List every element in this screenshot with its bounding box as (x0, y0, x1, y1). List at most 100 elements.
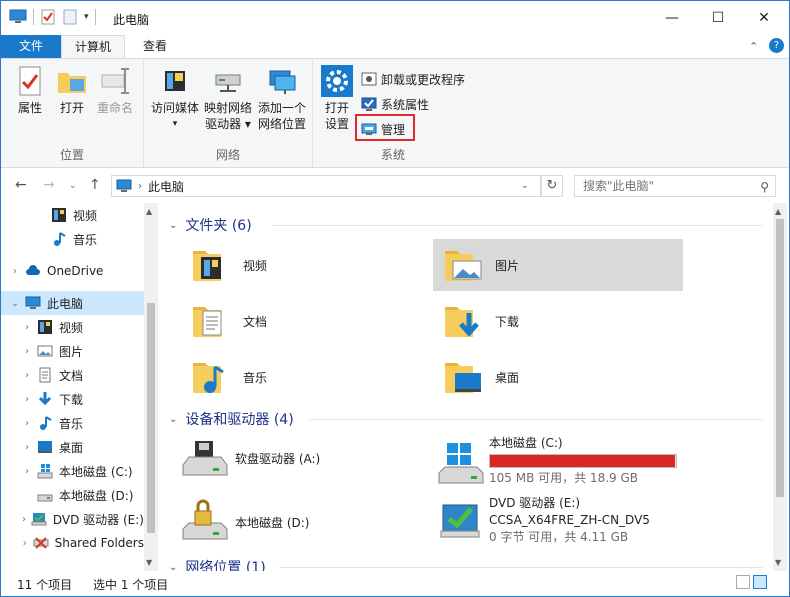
breadcrumb-this-pc[interactable]: 此电脑 (148, 178, 184, 195)
expand-chevron-icon[interactable]: › (21, 466, 33, 477)
nav-item[interactable]: › Shared Folders (1, 531, 144, 555)
status-selection: 选中 1 个项目 (93, 578, 169, 592)
folder-tile[interactable]: 视频 (181, 239, 431, 291)
nav-pane-scroll-thumb[interactable] (147, 303, 155, 533)
add-network-location-button[interactable]: 添加一个 网络位置 (255, 65, 309, 132)
map-network-drive-button[interactable]: 映射网络 驱动器 ▾ (201, 65, 255, 132)
collapse-chevron-icon[interactable]: ⌄ (169, 562, 177, 572)
nav-item-label: 视频 (73, 208, 98, 223)
up-arrow-icon[interactable]: ↑ (89, 177, 101, 193)
open-folder-icon (58, 73, 86, 93)
access-media-button[interactable]: 访问媒体 ▾ (148, 65, 202, 132)
folder-tile[interactable]: 图片 (433, 239, 683, 291)
folder-tile[interactable]: 文档 (181, 295, 431, 347)
download-icon (37, 391, 53, 407)
nav-item[interactable]: › 本地磁盘 (C:) (1, 459, 144, 483)
properties-button[interactable]: 属性 (15, 65, 45, 116)
nav-item[interactable]: 本地磁盘 (D:) (1, 483, 144, 507)
expand-chevron-icon[interactable]: › (21, 346, 33, 357)
folder-music-icon (191, 357, 231, 397)
nav-item[interactable]: › OneDrive (1, 259, 144, 283)
qat-dropdown-icon[interactable]: ▾ (84, 12, 89, 22)
forward-arrow-icon[interactable]: → (43, 177, 55, 193)
properties-check-icon[interactable] (40, 9, 56, 25)
new-folder-icon[interactable] (62, 9, 78, 25)
expand-chevron-icon[interactable]: › (21, 514, 27, 525)
open-settings-label: 打开 (324, 101, 349, 115)
nav-item[interactable]: › 文档 (1, 363, 144, 387)
scroll-down-icon[interactable]: ▼ (146, 558, 152, 567)
drive-dvd-e[interactable]: DVD 驱动器 (E:) CCSA_X64FRE_ZH-CN_DV5 0 字节 … (437, 495, 687, 546)
back-arrow-icon[interactable]: ← (15, 177, 27, 193)
nav-item[interactable]: › 音乐 (1, 411, 144, 435)
tab-computer[interactable]: 计算机 (61, 35, 125, 59)
content-scroll-thumb[interactable] (776, 219, 784, 497)
nav-item[interactable]: 音乐 (1, 227, 144, 251)
search-icon: ⚲ (760, 180, 769, 194)
expand-chevron-icon[interactable]: › (21, 418, 33, 429)
help-icon[interactable]: ? (769, 38, 784, 53)
folder-tile[interactable]: 下载 (433, 295, 683, 347)
section-network-header[interactable]: ⌄ 网络位置 (1) (169, 557, 266, 571)
refresh-button[interactable]: ↻ (541, 175, 563, 197)
open-settings-button[interactable]: 打开 设置 (321, 65, 353, 132)
expand-chevron-icon[interactable]: › (21, 394, 33, 405)
section-devices-header[interactable]: ⌄ 设备和驱动器 (4) (169, 409, 294, 429)
drive-local-c[interactable]: 本地磁盘 (C:) 105 MB 可用，共 18.9 GB (437, 435, 687, 487)
nav-item-label: 本地磁盘 (C:) (59, 464, 133, 479)
expand-chevron-icon[interactable]: ⌄ (9, 298, 21, 309)
expand-chevron-icon[interactable]: › (21, 538, 29, 549)
maximize-button[interactable]: ☐ (695, 1, 741, 35)
uninstall-programs-button[interactable]: 卸载或更改程序 (361, 69, 465, 89)
windows-drive-icon (37, 463, 53, 479)
nav-item[interactable]: › DVD 驱动器 (E:) (1, 507, 144, 531)
uninstall-icon (361, 72, 377, 86)
drive-floppy-a[interactable]: 软盘驱动器 (A:) (181, 439, 431, 479)
scroll-up-icon[interactable]: ▲ (146, 207, 152, 216)
rename-button[interactable]: 重命名 (95, 65, 135, 116)
network-drive-icon (215, 74, 241, 92)
section-folders-header[interactable]: ⌄ 文件夹 (6) (169, 215, 252, 235)
folder-tile[interactable]: 桌面 (433, 351, 683, 403)
scroll-up-icon[interactable]: ▲ (775, 207, 781, 216)
scroll-down-icon[interactable]: ▼ (775, 558, 781, 567)
collapse-chevron-icon[interactable]: ⌄ (169, 220, 177, 231)
expand-chevron-icon[interactable]: › (9, 266, 21, 277)
system-properties-button[interactable]: 系统属性 (361, 94, 429, 114)
nav-item[interactable]: › 桌面 (1, 435, 144, 459)
add-network-location-label: 添加一个 (257, 101, 306, 115)
manage-highlight-box (355, 114, 415, 141)
nav-item[interactable]: 视频 (1, 203, 144, 227)
collapse-chevron-icon[interactable]: ⌄ (169, 414, 177, 425)
address-dropdown-icon[interactable]: ⌄ (521, 181, 529, 191)
folder-label: 桌面 (495, 370, 520, 385)
ribbon-group-system: 打开 设置 卸载或更改程序 系统属性 管理 系统 (313, 59, 473, 167)
tab-view[interactable]: 查看 (129, 35, 181, 59)
recent-locations-chevron-icon[interactable]: ⌄ (69, 181, 77, 191)
close-button[interactable]: ✕ (741, 1, 787, 35)
folder-tile[interactable]: 音乐 (181, 351, 431, 403)
drive-local-d[interactable]: 本地磁盘 (D:) (181, 499, 431, 545)
open-button[interactable]: 打开 (57, 65, 87, 116)
minimize-button[interactable]: — (649, 1, 695, 35)
drive-free-space: 105 MB 可用，共 18.9 GB (489, 471, 638, 485)
minimize-icon: — (665, 10, 679, 26)
tab-file[interactable]: 文件 (1, 35, 61, 59)
expand-chevron-icon[interactable]: › (21, 322, 33, 333)
nav-item[interactable]: › 下载 (1, 387, 144, 411)
nav-item[interactable]: › 图片 (1, 339, 144, 363)
expand-chevron-icon[interactable]: › (21, 370, 33, 381)
details-view-icon[interactable] (736, 575, 750, 589)
drive-name: 本地磁盘 (C:) (489, 436, 563, 450)
search-input[interactable]: 搜索"此电脑" ⚲ (574, 175, 776, 197)
nav-item[interactable]: ⌄ 此电脑 (1, 291, 144, 315)
large-icons-view-icon[interactable] (753, 575, 767, 589)
collapse-ribbon-icon[interactable]: ⌃ (749, 40, 758, 53)
nav-pane-scrollbar[interactable]: ▲ ▼ (144, 203, 158, 571)
expand-chevron-icon[interactable]: › (21, 442, 33, 453)
drive-name: DVD 驱动器 (E:) (489, 496, 581, 510)
nav-item[interactable]: › 视频 (1, 315, 144, 339)
breadcrumb-separator-icon[interactable]: › (138, 181, 142, 192)
address-bar[interactable]: › 此电脑 (111, 175, 541, 197)
content-scrollbar[interactable]: ▲ ▼ (773, 203, 787, 571)
